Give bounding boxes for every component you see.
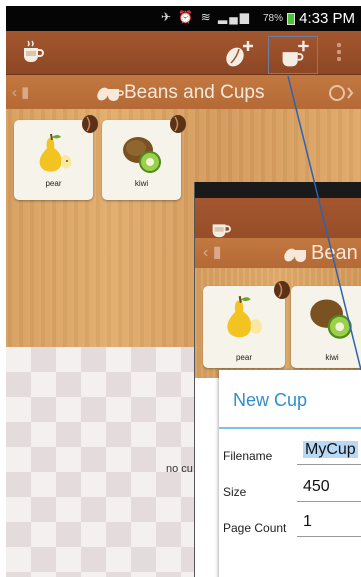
size-label: Size — [223, 485, 247, 499]
battery-percent: 78% — [262, 13, 283, 24]
overflow-menu-button[interactable] — [336, 43, 342, 63]
page-title: Beans and Cups — [124, 82, 265, 103]
bean-cup-title-icon — [97, 87, 124, 101]
app-cup-icon — [212, 224, 231, 238]
filename-value: MyCup — [303, 441, 358, 458]
zoom-inset: ‹ ▮ Bean pear kiwi New Cup Filename MyCu… — [194, 182, 361, 577]
kiwi-icon — [310, 299, 352, 339]
coffee-bean-icon — [170, 115, 186, 133]
new-cup-dialog: New Cup Filename MyCup Size 450 Page Cou… — [219, 370, 361, 577]
page-count-value: 1 — [303, 513, 312, 530]
card-label: pear — [45, 179, 62, 188]
coffee-bean-icon — [274, 281, 290, 299]
page-count-field[interactable]: 1 — [297, 513, 361, 537]
pear-icon — [39, 133, 72, 172]
bean-card-pear[interactable]: pear — [14, 115, 98, 200]
inset-nav-bar: ‹ ▮ Bean — [195, 238, 361, 268]
filename-field[interactable]: MyCup — [297, 441, 361, 465]
status-bar: ✈ ⏰ ≋ ▂▄▆ 78% 4:33 PM — [6, 6, 361, 31]
size-value: 450 — [303, 478, 330, 495]
bean-card-pear: pear — [203, 281, 290, 368]
bean-cup-title-icon — [284, 248, 306, 262]
empty-message: no cu — [166, 463, 193, 475]
bean-card-kiwi: kiwi — [291, 286, 361, 368]
page-title: Bean — [311, 242, 358, 264]
dialog-divider — [219, 427, 361, 429]
filename-label: Filename — [223, 449, 273, 463]
kiwi-icon — [123, 137, 161, 173]
status-time: 4:33 PM — [299, 10, 355, 27]
card-label: kiwi — [325, 353, 339, 362]
app-cup-icon[interactable] — [20, 39, 44, 65]
nav-prev-button[interactable]: ‹ ▮ — [12, 83, 29, 101]
action-bar — [6, 31, 361, 75]
battery-icon — [287, 13, 295, 25]
size-field[interactable]: 450 — [297, 478, 361, 502]
nav-bar: ‹ ▮ Beans and Cups — [6, 75, 361, 109]
dialog-title: New Cup — [233, 390, 308, 410]
page-count-label: Page Count — [223, 521, 287, 535]
inset-bean-shelf: pear kiwi — [195, 268, 361, 378]
status-icons: ✈ ⏰ ≋ ▂▄▆ — [160, 10, 251, 24]
bean-card-kiwi[interactable]: kiwi — [102, 115, 186, 200]
add-bean-button[interactable] — [222, 37, 256, 69]
pear-icon — [227, 296, 262, 338]
add-cup-button[interactable] — [268, 36, 318, 74]
nav-prev-button: ‹ ▮ — [203, 244, 222, 261]
coffee-bean-icon — [82, 115, 98, 133]
card-label: kiwi — [134, 179, 149, 188]
nav-next-button[interactable] — [324, 83, 354, 103]
card-label: pear — [235, 353, 252, 362]
inset-status-bar — [195, 182, 361, 198]
